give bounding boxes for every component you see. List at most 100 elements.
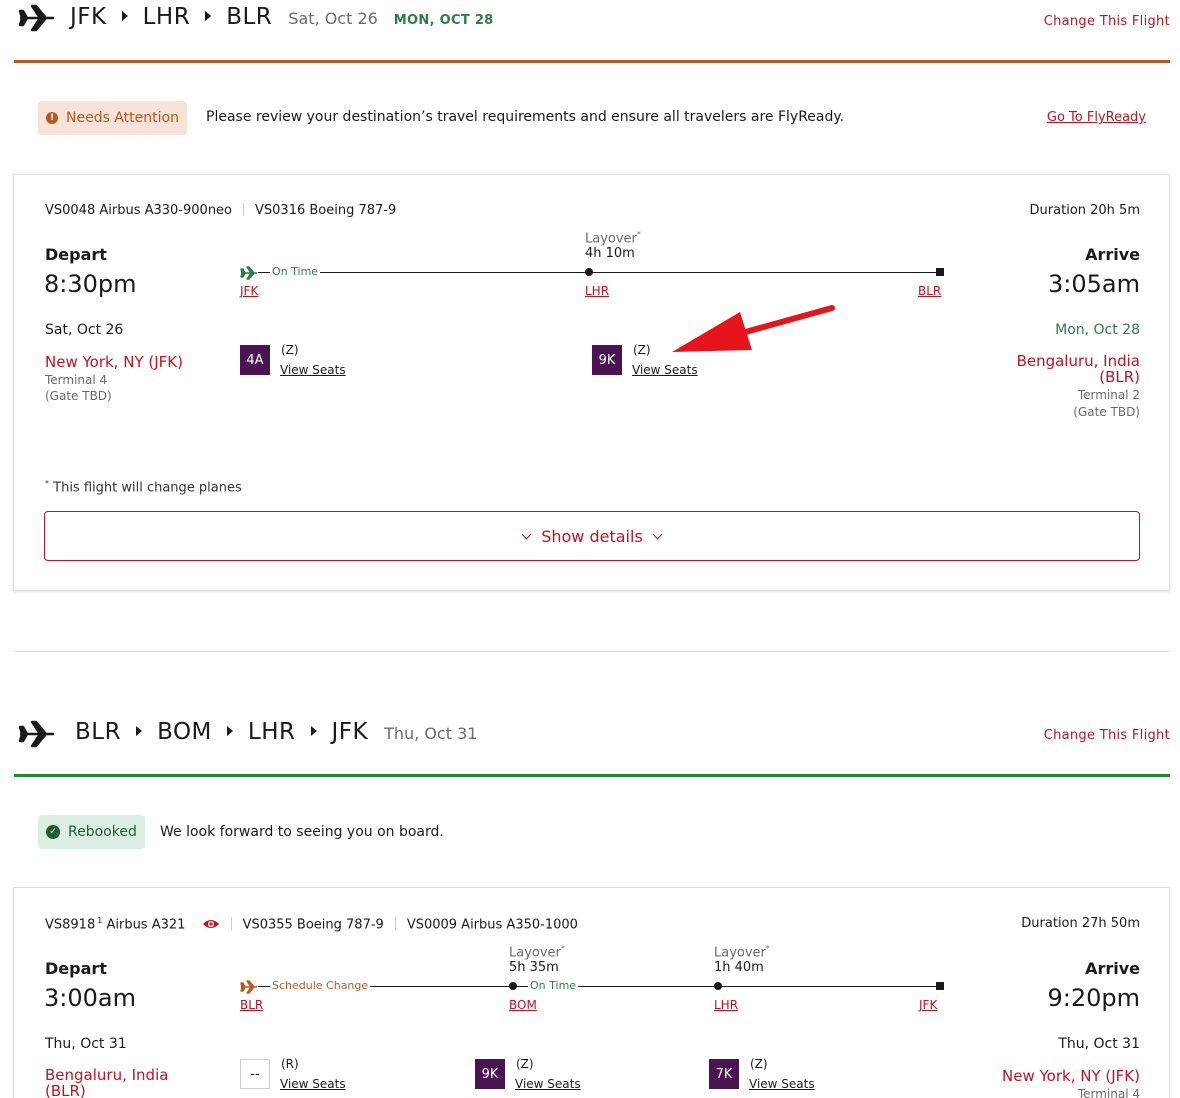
- change-planes-footnote: * This flight will change planes: [45, 479, 242, 495]
- green-plane-icon: [240, 265, 258, 284]
- layover-footnote-mark: *: [636, 230, 641, 239]
- show-details-label: Show details: [541, 526, 643, 546]
- show-details-button[interactable]: Show details: [44, 511, 1140, 561]
- layover-dot: [509, 982, 517, 990]
- view-seats-link[interactable]: View Seats: [515, 1077, 581, 1091]
- depart-city: New York, NY (JFK): [45, 353, 183, 371]
- arrive-city: Bengaluru, India (BLR): [1016, 352, 1140, 386]
- footnote-mark: *: [45, 479, 49, 488]
- trip1-status-rule: [14, 60, 1170, 63]
- depart-city: Bengaluru, India (BLR): [45, 1066, 169, 1098]
- trip2-segment-2: BOM: [157, 719, 212, 745]
- trip2-segment-3: LHR: [247, 719, 296, 745]
- depart-terminal: Terminal 4: [45, 373, 108, 387]
- airport-link-blr[interactable]: BLR: [918, 284, 941, 298]
- destination-marker: [936, 982, 944, 990]
- airport-link-jfk[interactable]: JFK: [240, 284, 258, 298]
- trip1-change-flight-link[interactable]: Change This Flight: [1044, 14, 1170, 29]
- depart-label: Depart: [45, 959, 107, 978]
- on-time-status: On Time: [270, 265, 321, 278]
- trip1-segment-2: LHR: [142, 4, 191, 30]
- trip2-change-flight-link[interactable]: Change This Flight: [1044, 728, 1170, 743]
- airport-link-lhr[interactable]: LHR: [585, 284, 609, 298]
- route-arrow-icon: [205, 11, 212, 21]
- trip1-depart-date: Sat, Oct 26: [288, 9, 378, 28]
- arrive-date: Thu, Oct 31: [1058, 1036, 1140, 1052]
- arrive-gate: (Gate TBD): [1073, 405, 1140, 419]
- badge-label: Needs Attention: [66, 110, 179, 126]
- airport-link-jfk[interactable]: JFK: [919, 998, 937, 1012]
- footnote-text: This flight will change planes: [53, 480, 242, 496]
- airport-link-bom[interactable]: BOM: [509, 998, 537, 1012]
- alert-circle-icon: !: [46, 112, 58, 124]
- airport-link-blr[interactable]: BLR: [240, 998, 263, 1012]
- seat-class: (Z): [633, 343, 651, 357]
- layover-duration: 1h 40m: [714, 960, 764, 975]
- layover-text: Layover: [585, 231, 637, 247]
- seat-badge: 4A: [240, 345, 270, 375]
- depart-time: 8:30pm: [44, 270, 137, 298]
- trip2-duration: Duration 27h 50m: [1021, 916, 1140, 931]
- route-arrow-icon: [136, 726, 143, 736]
- check-circle-icon: ✓: [46, 825, 60, 839]
- layover-text: Layover: [509, 945, 561, 961]
- trip1-timeline: [258, 272, 940, 273]
- trip1-flight-list: VS0048 Airbus A330-900neo VS0316 Boeing 7…: [45, 203, 396, 218]
- flight-number: VS0009 Airbus A350-1000: [406, 917, 578, 933]
- depart-date: Sat, Oct 26: [45, 322, 124, 338]
- trip2-date: Thu, Oct 31: [384, 724, 478, 743]
- divider: [230, 917, 232, 931]
- flight-footnote-mark: 1: [97, 916, 103, 925]
- seat-badge: 9K: [475, 1059, 505, 1089]
- trip2-status-rule: [14, 774, 1170, 777]
- view-seats-link[interactable]: View Seats: [632, 363, 698, 377]
- layover-text: Layover: [714, 945, 766, 961]
- arrive-terminal: Terminal 4: [1077, 1087, 1140, 1098]
- route-arrow-icon: [121, 11, 128, 21]
- needs-attention-badge: ! Needs Attention: [38, 101, 187, 135]
- depart-gate: (Gate TBD): [45, 389, 112, 403]
- arrive-label: Arrive: [1085, 959, 1140, 978]
- depart-time: 3:00am: [44, 984, 136, 1012]
- go-to-flyready-link[interactable]: Go To FlyReady: [1047, 110, 1146, 125]
- depart-label: Depart: [45, 245, 107, 264]
- flight-number: VS0355 Boeing 787-9: [242, 917, 384, 933]
- chevron-down-icon: [652, 529, 663, 539]
- layover-footnote-mark: *: [560, 944, 565, 953]
- view-seats-link[interactable]: View Seats: [280, 1077, 346, 1091]
- trip1-segment-3: BLR: [226, 4, 273, 30]
- layover-duration: 4h 10m: [585, 246, 635, 261]
- flight-number: VS0316 Boeing 787-9: [255, 203, 397, 218]
- layover-duration: 5h 35m: [509, 960, 559, 975]
- eye-icon[interactable]: [202, 918, 220, 934]
- view-seats-link[interactable]: View Seats: [749, 1077, 815, 1091]
- seat-badge: 9K: [592, 345, 622, 375]
- layover-dot: [585, 268, 593, 276]
- arrive-label: Arrive: [1085, 245, 1140, 264]
- view-seats-link[interactable]: View Seats: [280, 363, 346, 377]
- on-time-status: On Time: [528, 979, 579, 992]
- airport-link-lhr[interactable]: LHR: [714, 998, 738, 1012]
- trip2-segment-1: BLR: [75, 719, 122, 745]
- arrive-date: Mon, Oct 28: [1055, 322, 1140, 338]
- depart-date: Thu, Oct 31: [45, 1036, 127, 1052]
- schedule-change-status: Schedule Change: [270, 979, 371, 992]
- arrive-city: New York, NY (JFK): [1002, 1067, 1140, 1085]
- arrive-terminal: Terminal 2: [1077, 388, 1140, 402]
- route-arrow-icon: [226, 726, 233, 736]
- flight-number: VS0048 Airbus A330-900neo: [45, 203, 233, 218]
- trip2-plane-icon: [18, 720, 56, 752]
- layover-label: Layover*: [509, 944, 565, 960]
- aircraft: Airbus A321: [106, 917, 186, 933]
- layover-label: Layover*: [714, 944, 770, 960]
- trip1-arrive-date: MON, OCT 28: [393, 13, 494, 28]
- orange-plane-icon: [240, 979, 258, 998]
- destination-marker: [936, 268, 944, 276]
- trip2-flight-list: VS8918 1 Airbus A321 VS0355 Boeing 787-9 V…: [45, 916, 578, 934]
- flyready-message: Please review your destination’s travel …: [206, 109, 845, 125]
- seat-badge: 7K: [709, 1059, 739, 1089]
- divider: [394, 917, 396, 931]
- seat-class: (Z): [281, 343, 299, 357]
- arrive-time: 3:05am: [1048, 270, 1140, 298]
- layover-dot: [714, 982, 722, 990]
